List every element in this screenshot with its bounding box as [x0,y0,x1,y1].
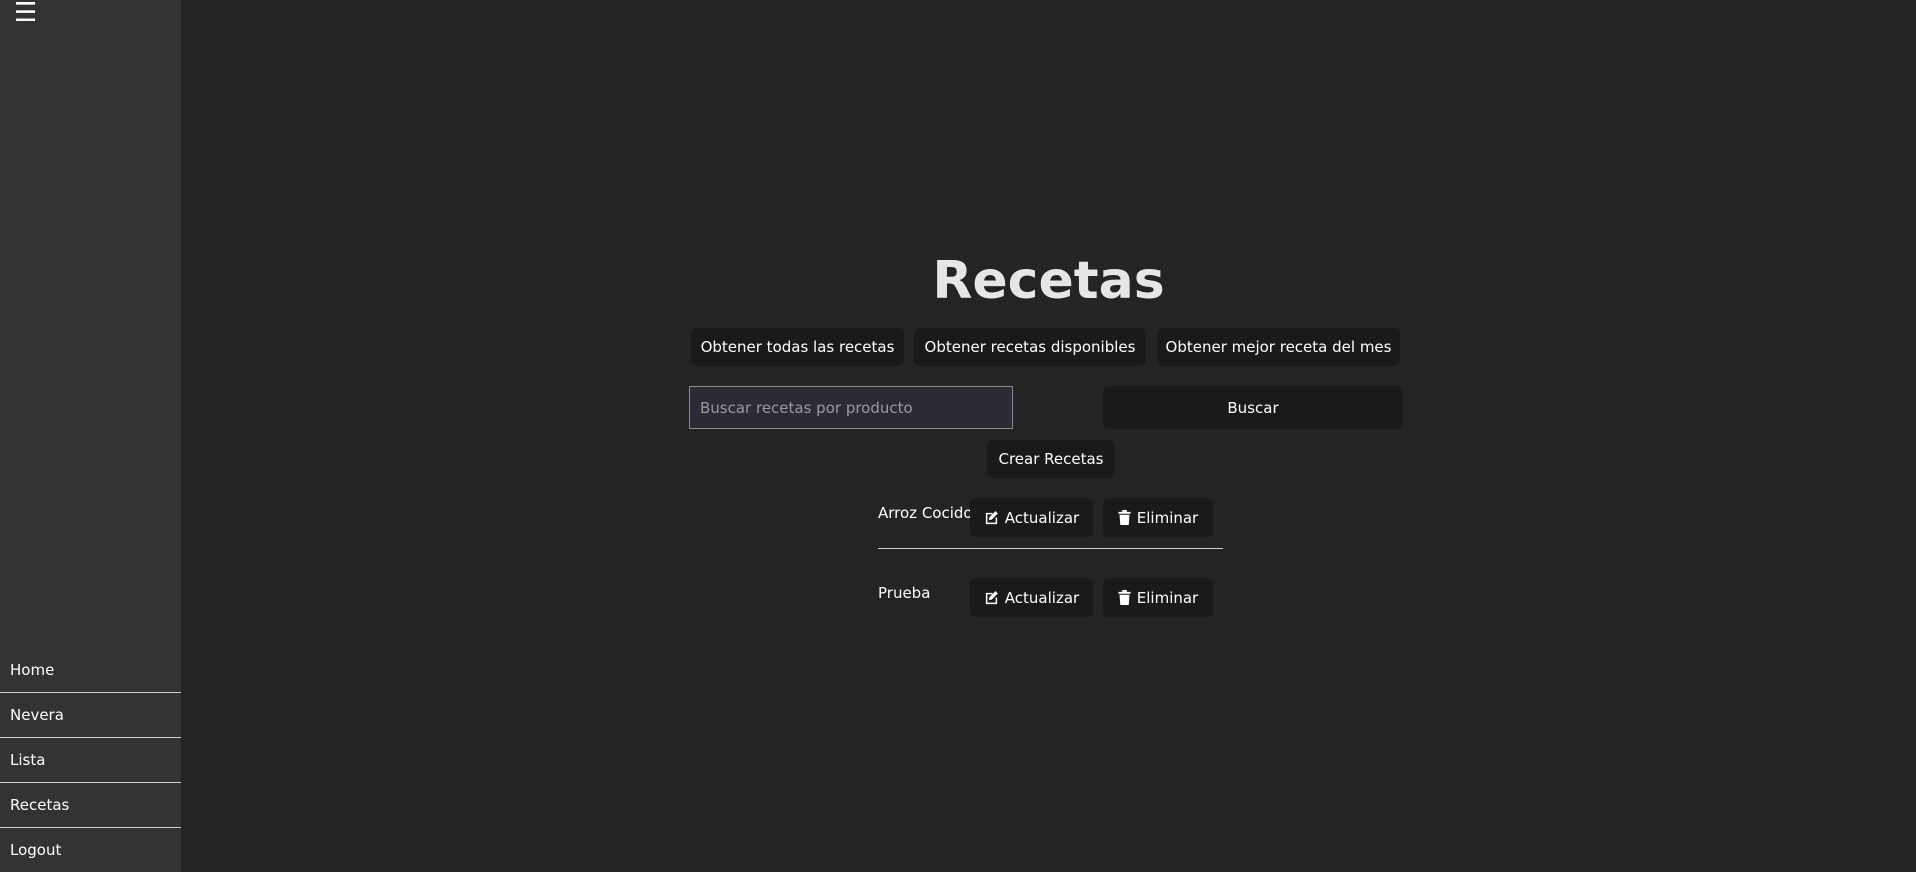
update-recipe-button[interactable]: Actualizar [970,578,1093,617]
delete-label: Eliminar [1136,508,1199,527]
trash-icon [1118,510,1131,525]
sidebar-item-home[interactable]: Home [0,648,181,693]
update-label: Actualizar [1004,588,1080,607]
get-best-recipe-button[interactable]: Obtener mejor receta del mes [1157,328,1400,366]
sidebar-item-nevera[interactable]: Nevera [0,693,181,738]
delete-recipe-button[interactable]: Eliminar [1103,498,1213,537]
edit-icon [984,510,999,525]
update-label: Actualizar [1004,508,1080,527]
delete-recipe-button[interactable]: Eliminar [1103,578,1213,617]
hamburger-icon[interactable]: ☰ [14,0,37,26]
sidebar: ☰ Home Nevera Lista Recetas Logout [0,0,181,872]
recipe-name: Prueba [878,584,931,602]
recipe-divider [878,548,1223,549]
sidebar-item-logout[interactable]: Logout [0,828,181,872]
get-available-recipes-button[interactable]: Obtener recetas disponibles [914,328,1146,366]
sidebar-nav: Home Nevera Lista Recetas Logout [0,648,181,872]
update-recipe-button[interactable]: Actualizar [970,498,1093,537]
search-input[interactable] [689,386,1013,429]
page-title: Recetas [932,251,1165,311]
create-recipe-button[interactable]: Crear Recetas [987,440,1115,478]
search-button[interactable]: Buscar [1103,386,1403,429]
delete-label: Eliminar [1136,588,1199,607]
recipe-name: Arroz Cocido [878,504,973,522]
get-all-recipes-button[interactable]: Obtener todas las recetas [691,328,904,366]
trash-icon [1118,590,1131,605]
edit-icon [984,590,999,605]
sidebar-item-lista[interactable]: Lista [0,738,181,783]
sidebar-item-recetas[interactable]: Recetas [0,783,181,828]
